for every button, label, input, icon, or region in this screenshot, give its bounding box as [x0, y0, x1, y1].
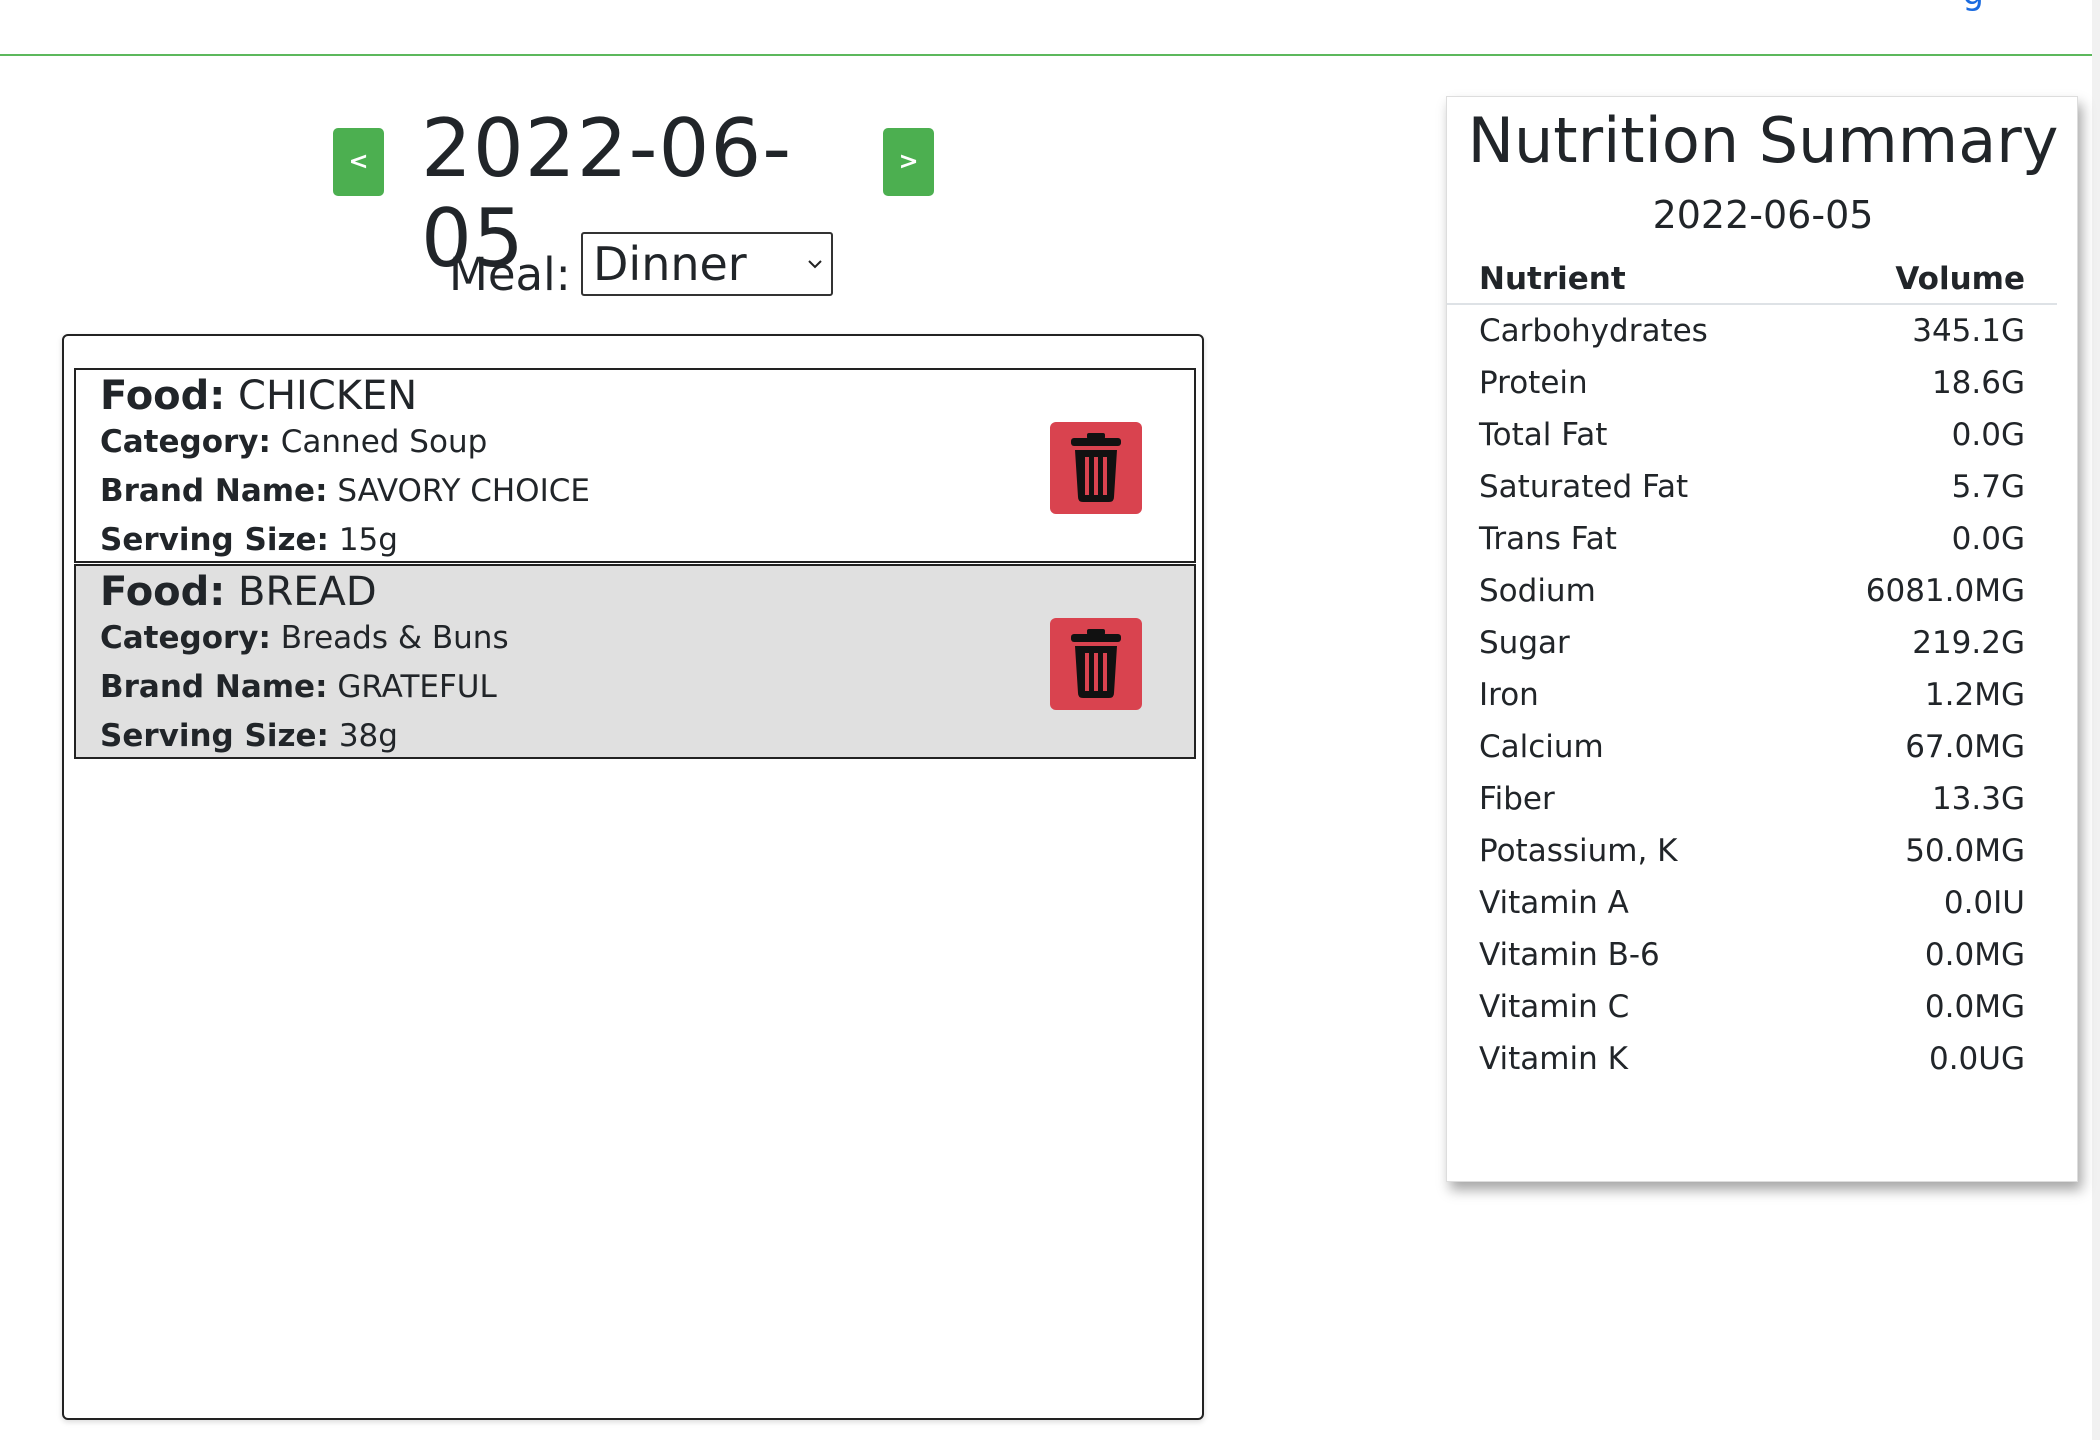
category-label: Category:	[100, 424, 271, 460]
meal-label: Meal:	[449, 248, 571, 301]
trash-icon	[1071, 433, 1121, 502]
navbar-link-fragment[interactable]: g	[1962, 0, 1984, 10]
table-row: Calcium 67.0MG	[1447, 721, 2057, 773]
nutrition-summary-card: Nutrition Summary 2022-06-05 Nutrient Vo…	[1446, 96, 2078, 1182]
nutrient-volume: 1.2MG	[1924, 677, 2025, 713]
food-category: Canned Soup	[280, 424, 488, 460]
nutrient-volume: 50.0MG	[1905, 833, 2025, 869]
nutrient-volume: 345.1G	[1912, 313, 2025, 349]
table-row: Vitamin A 0.0IU	[1447, 877, 2057, 929]
nutrient-volume: 0.0G	[1951, 521, 2025, 557]
brand-label: Brand Name:	[100, 669, 328, 705]
food-list-panel: Food: CHICKEN Category: Canned Soup Bran…	[62, 334, 1204, 1420]
food-brand: GRATEFUL	[337, 669, 497, 705]
nutrient-name: Vitamin K	[1479, 1041, 1628, 1077]
food-item: Food: CHICKEN Category: Canned Soup Bran…	[74, 368, 1196, 563]
serving-label: Serving Size:	[100, 522, 329, 558]
nutrient-name: Vitamin B-6	[1479, 937, 1660, 973]
date-navigator: < 2022-06-05 >	[333, 104, 934, 284]
table-row: Fiber 13.3G	[1447, 773, 2057, 825]
table-row: Iron 1.2MG	[1447, 669, 2057, 721]
table-row: Potassium, K 50.0MG	[1447, 825, 2057, 877]
table-row: Trans Fat 0.0G	[1447, 513, 2057, 565]
top-navbar: g	[0, 0, 2094, 56]
delete-food-button[interactable]	[1050, 618, 1142, 710]
nutrient-volume: 0.0MG	[1924, 989, 2025, 1025]
table-row: Vitamin C 0.0MG	[1447, 981, 2057, 1033]
nutrient-volume: 67.0MG	[1905, 729, 2025, 765]
nutrient-name: Trans Fat	[1479, 521, 1617, 557]
food-serving: 38g	[338, 718, 398, 754]
nutrient-volume: 18.6G	[1931, 365, 2025, 401]
summary-title: Nutrition Summary	[1467, 104, 2059, 177]
food-name-line: Food: BREAD	[100, 570, 377, 614]
food-brand-line: Brand Name: SAVORY CHOICE	[100, 473, 590, 509]
food-serving-line: Serving Size: 38g	[100, 718, 398, 754]
table-row: Sodium 6081.0MG	[1447, 565, 2057, 617]
category-label: Category:	[100, 620, 271, 656]
table-row: Saturated Fat 5.7G	[1447, 461, 2057, 513]
table-row: Total Fat 0.0G	[1447, 409, 2057, 461]
table-row: Sugar 219.2G	[1447, 617, 2057, 669]
nutrient-volume: 5.7G	[1951, 469, 2025, 505]
nutrient-name: Sodium	[1479, 573, 1596, 609]
table-header: Nutrient Volume	[1447, 255, 2057, 305]
next-day-button[interactable]: >	[883, 128, 934, 196]
meal-select[interactable]: Dinner	[581, 232, 833, 296]
nutrient-name: Potassium, K	[1479, 833, 1678, 869]
page-scrollbar[interactable]	[2092, 0, 2100, 1440]
nutrient-name: Iron	[1479, 677, 1539, 713]
food-category: Breads & Buns	[280, 620, 509, 656]
volume-column-header: Volume	[1895, 261, 2025, 297]
food-name: CHICKEN	[238, 373, 418, 419]
nutrient-name: Vitamin A	[1479, 885, 1629, 921]
food-serving-line: Serving Size: 15g	[100, 522, 398, 558]
brand-label: Brand Name:	[100, 473, 328, 509]
chevron-down-icon	[808, 260, 822, 269]
table-row: Vitamin B-6 0.0MG	[1447, 929, 2057, 981]
nutrient-name: Saturated Fat	[1479, 469, 1689, 505]
nutrient-name: Total Fat	[1479, 417, 1608, 453]
serving-label: Serving Size:	[100, 718, 329, 754]
food-brand-line: Brand Name: GRATEFUL	[100, 669, 497, 705]
food-category-line: Category: Canned Soup	[100, 424, 487, 460]
nutrient-name: Vitamin C	[1479, 989, 1630, 1025]
food-name-line: Food: CHICKEN	[100, 374, 417, 418]
food-serving: 15g	[338, 522, 398, 558]
delete-food-button[interactable]	[1050, 422, 1142, 514]
nutrient-volume: 0.0MG	[1924, 937, 2025, 973]
nutrition-table: Nutrient Volume Carbohydrates 345.1G Prot…	[1447, 255, 2057, 1085]
nutrient-volume: 6081.0MG	[1865, 573, 2025, 609]
nutrient-volume: 13.3G	[1931, 781, 2025, 817]
food-category-line: Category: Breads & Buns	[100, 620, 509, 656]
trash-icon	[1071, 629, 1121, 698]
nutrient-volume: 0.0G	[1951, 417, 2025, 453]
table-row: Protein 18.6G	[1447, 357, 2057, 409]
nutrient-name: Fiber	[1479, 781, 1555, 817]
food-label: Food:	[100, 569, 226, 615]
meal-select-value: Dinner	[593, 237, 747, 291]
nutrient-volume: 0.0IU	[1943, 885, 2025, 921]
nutrient-volume: 219.2G	[1912, 625, 2025, 661]
table-row: Vitamin K 0.0UG	[1447, 1033, 2057, 1085]
food-name: BREAD	[238, 569, 377, 615]
food-label: Food:	[100, 373, 226, 419]
nutrient-name: Calcium	[1479, 729, 1604, 765]
previous-day-button[interactable]: <	[333, 128, 384, 196]
food-item: Food: BREAD Category: Breads & Buns Bran…	[74, 564, 1196, 759]
nutrient-column-header: Nutrient	[1479, 261, 1626, 297]
nutrient-name: Protein	[1479, 365, 1588, 401]
food-brand: SAVORY CHOICE	[337, 473, 590, 509]
nutrient-name: Carbohydrates	[1479, 313, 1708, 349]
nutrient-name: Sugar	[1479, 625, 1570, 661]
nutrient-volume: 0.0UG	[1928, 1041, 2025, 1077]
summary-date: 2022-06-05	[1652, 193, 1874, 237]
table-row: Carbohydrates 345.1G	[1447, 305, 2057, 357]
